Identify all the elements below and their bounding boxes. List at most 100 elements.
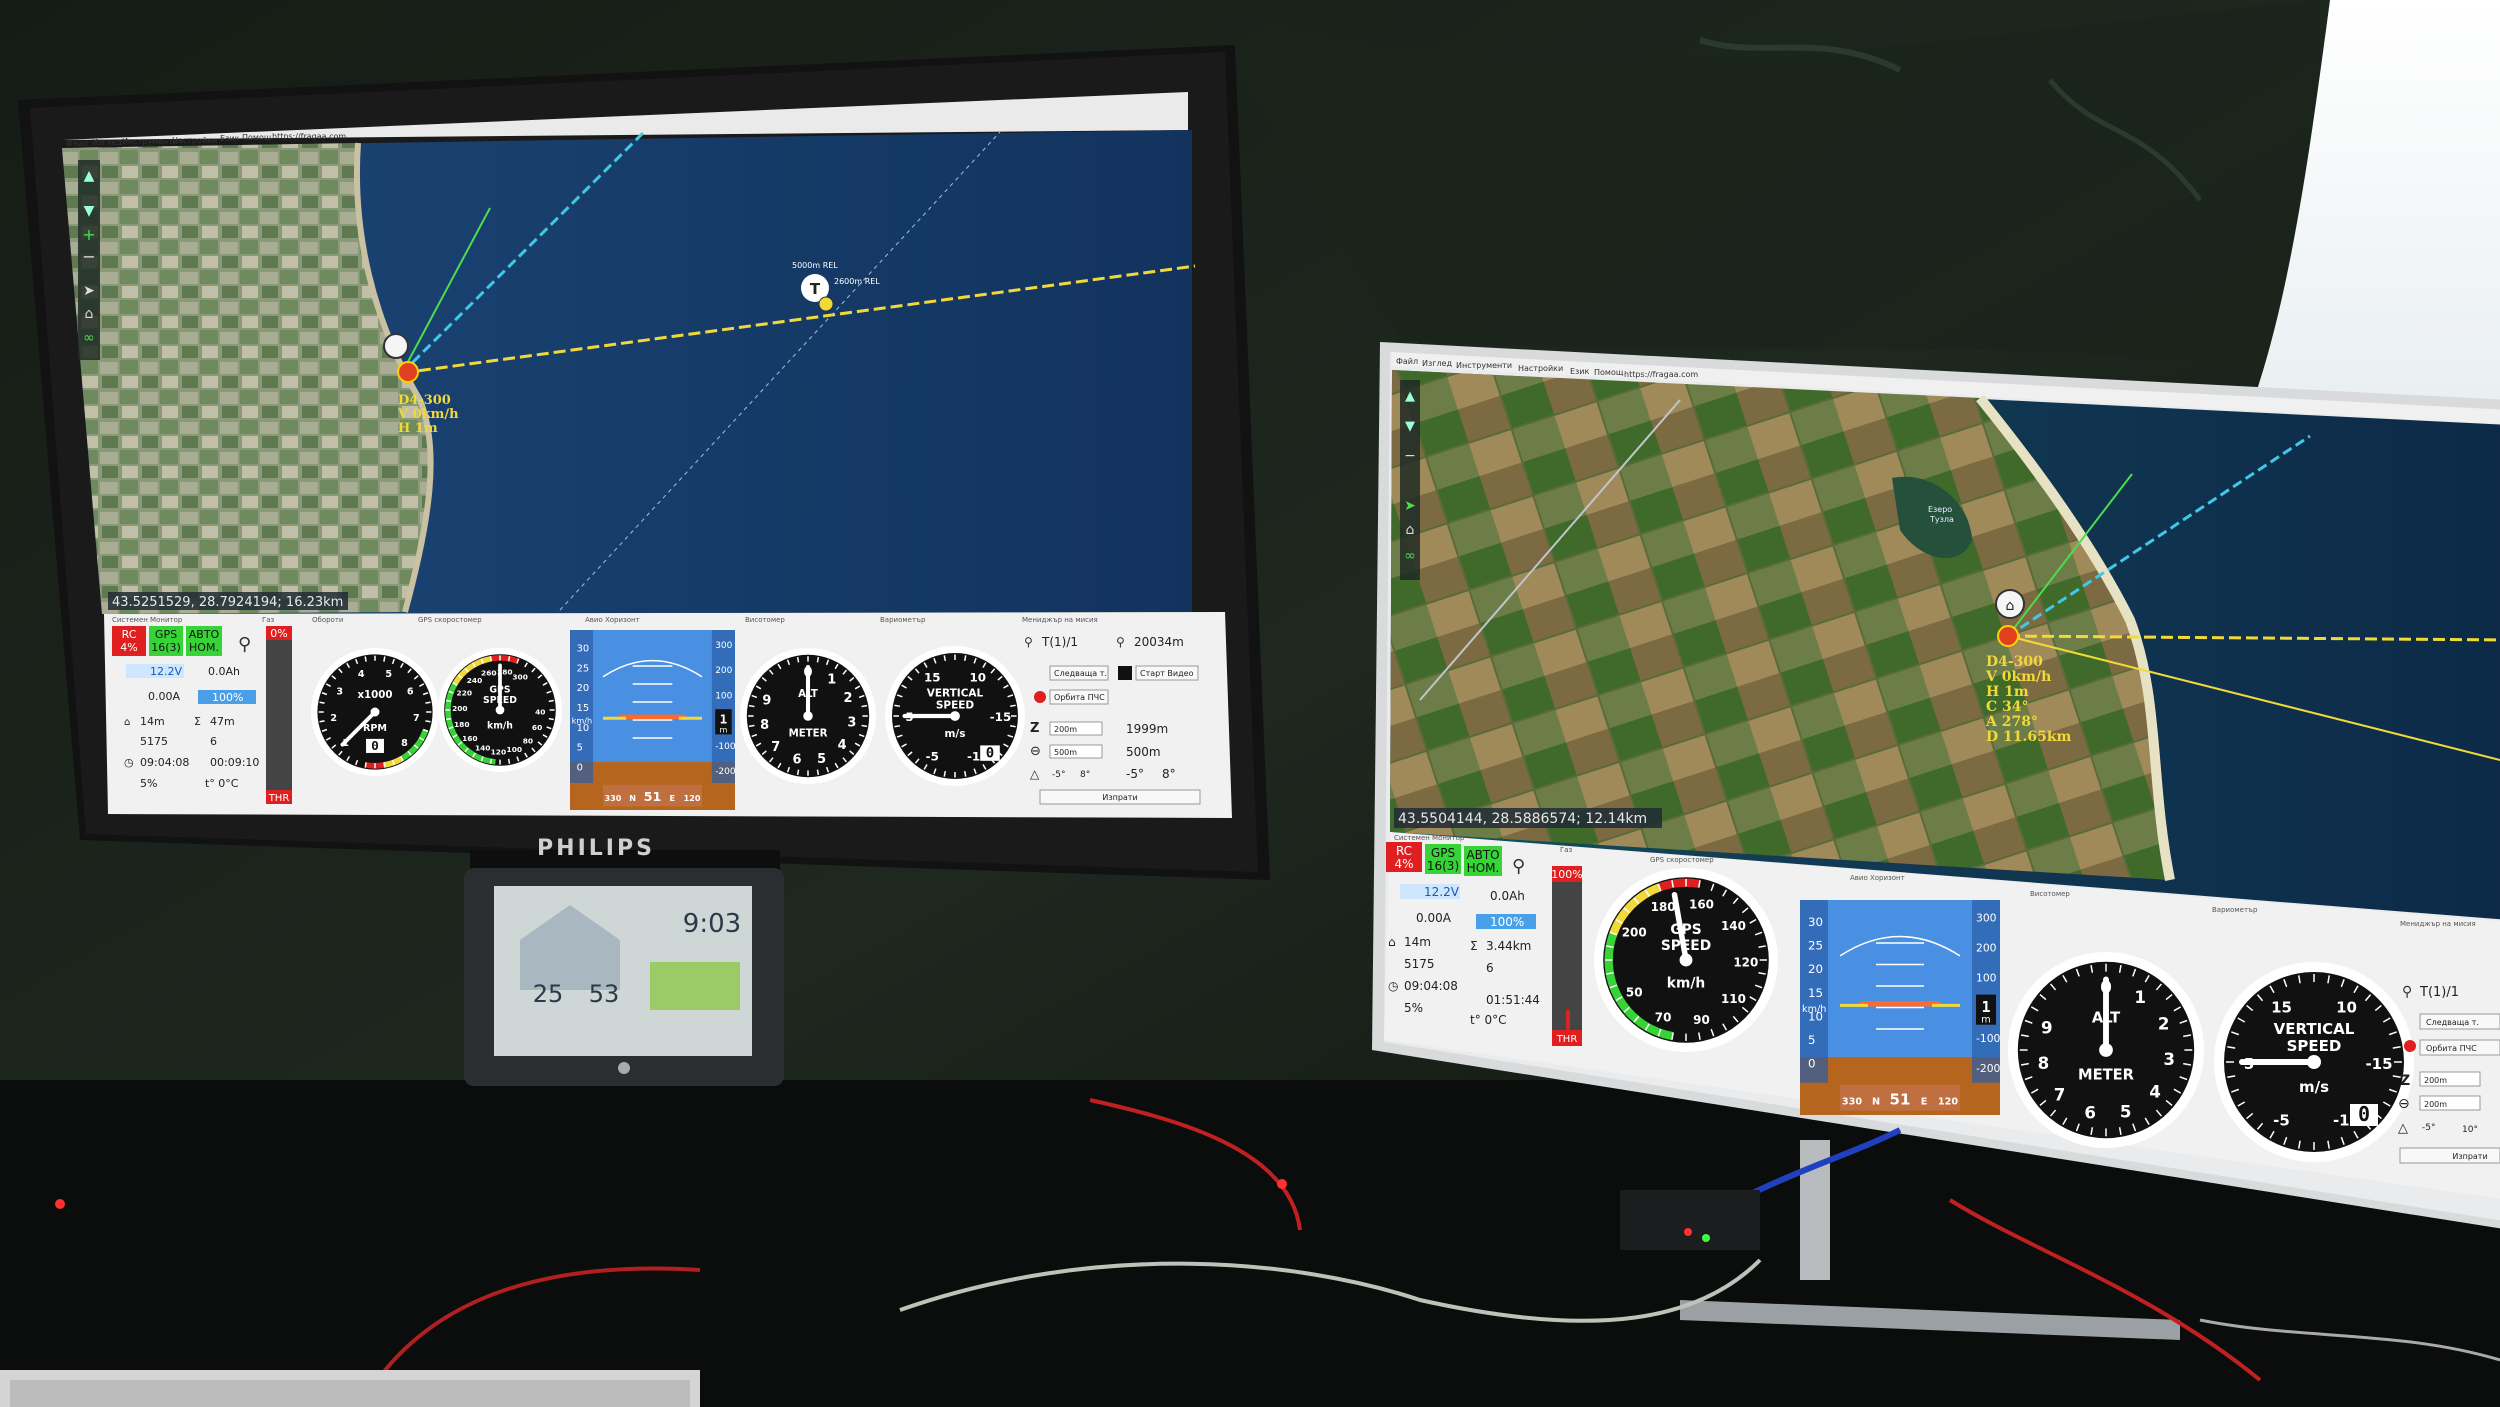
left-map[interactable]: T 5000m REL 2600m REL D4-300 V 0km/h H 1… (62, 129, 1196, 614)
speed-tick-label: 0 (1808, 1057, 1816, 1071)
alt-tick-label: 300 (715, 641, 732, 651)
speed-unit: km/h (1802, 1004, 1826, 1015)
angle-1[interactable]: -5° (1052, 770, 1065, 780)
gauge-tick (796, 769, 800, 776)
altitude-tape (1972, 900, 2000, 1083)
horizon-sky (570, 630, 735, 762)
follow-button-label: Следваща т. (2426, 1018, 2479, 1027)
pan-down-icon[interactable]: ▼ (1405, 419, 1415, 434)
monitor-brand: PHILIPS (537, 836, 655, 861)
gauge-tick (548, 699, 554, 703)
menu-item-view[interactable]: Изглед (1422, 359, 1452, 368)
gauge-tick (861, 724, 868, 728)
menu-item-view[interactable]: Изглед (92, 138, 122, 147)
menu-item-website[interactable]: https://fragaa.com (272, 132, 346, 141)
svg-text:⌂: ⌂ (2006, 598, 2015, 614)
map-toolbar: ▲ ▼ − ➤ ⌂ ∞ (1400, 380, 1420, 580)
gauge-tick-label: 80 (523, 736, 533, 745)
gauge-tick-label: 60 (532, 723, 542, 732)
gauge-tick-label: 7 (413, 713, 420, 724)
menu-item-website[interactable]: https://fragaa.com (1624, 370, 1698, 379)
angle-2[interactable]: 10° (2462, 1125, 2478, 1135)
home-distance-icon: ⌂ (1388, 935, 1396, 949)
gauge-hub (370, 707, 380, 717)
gauge-tick-label: 200 (452, 704, 468, 713)
home-icon[interactable] (383, 333, 409, 359)
clock-time: 09:04:08 (1404, 979, 1458, 993)
zoom-out-icon[interactable]: − (1404, 448, 1416, 464)
menu-item-tools[interactable]: Инструменти (122, 137, 178, 146)
gauge-tick-label: -5 (926, 749, 939, 763)
panel-title-horizon: Авио Хоризонт (585, 616, 640, 624)
cursor-icon[interactable]: ➤ (83, 283, 95, 299)
alt-tick-label: 100 (1976, 972, 1997, 985)
gauge-tick (364, 656, 367, 662)
heading-label: 51 (1890, 1090, 1911, 1108)
gauge-tick-label: 90 (1693, 1013, 1710, 1027)
menu-item-help[interactable]: Помощ (1594, 368, 1624, 377)
rc-value: 4% (120, 641, 137, 654)
route-icon[interactable]: ⚲ (1512, 856, 1525, 877)
gauge-tick-label: -15 (2365, 1055, 2392, 1073)
vertical-speed-gauge: 10155-5-10-15VERTICALSPEEDm/s0 (2214, 962, 2414, 1162)
menu-item-help[interactable]: Помощ (242, 133, 272, 142)
right-map[interactable]: Езеро Тузла ⌂ D4-300 V 0km/h H 1m C 34° … (1390, 370, 2500, 920)
menu-item-settings[interactable]: Настройки (172, 136, 217, 145)
gauge-hub (1679, 953, 1693, 967)
angle-1[interactable]: -5° (2422, 1123, 2435, 1133)
alt-tick-label: -100 (1976, 1032, 2001, 1045)
alt-tick-label: 100 (715, 691, 732, 701)
gauge-tick (894, 704, 900, 708)
throttle-pct: 0% (270, 627, 287, 640)
menu-item-language[interactable]: Език (220, 134, 240, 143)
gauge-hub (803, 711, 813, 721)
orbit-button-label: Орбита ПЧС (2426, 1044, 2477, 1053)
zoom-in-icon[interactable]: + (82, 225, 95, 244)
angle-4: 8° (1162, 767, 1176, 781)
radius-icon: ⊖ (2398, 1096, 2410, 1112)
menu-item-file[interactable]: Файл (66, 139, 88, 148)
gauge-tick-label: 140 (475, 744, 491, 753)
sum-icon: Σ (1470, 939, 1478, 953)
gauge-hub (2307, 1055, 2321, 1069)
gauge-tick-label: 1 (2134, 988, 2146, 1007)
home-tool-icon[interactable]: ⌂ (85, 306, 94, 322)
route-icon[interactable]: ⚲ (238, 634, 251, 655)
gauge-title: GPS (1670, 922, 1701, 938)
throttle-bar (266, 626, 292, 804)
panel-title-vario: Вариометър (2212, 906, 2258, 914)
pan-up-icon[interactable]: ▲ (1405, 389, 1415, 404)
gauge-tick-label: 2 (330, 713, 337, 724)
gauge-tick-label: 160 (462, 734, 478, 743)
gauge-tick-label: 140 (1721, 919, 1746, 933)
gauge-tick (383, 656, 386, 662)
menu-item-settings[interactable]: Настройки (1518, 364, 1563, 373)
z-label: Z (2400, 1073, 2410, 1089)
gauge-scale: x1000 (357, 689, 392, 701)
home-tool-icon[interactable]: ⌂ (1406, 522, 1415, 538)
drone-distance: D 11.65km (1986, 729, 2072, 745)
drone-marker-icon[interactable] (397, 361, 419, 383)
link-icon[interactable]: ∞ (83, 330, 95, 346)
link-icon[interactable]: ∞ (1404, 548, 1416, 564)
angle-2[interactable]: 8° (1080, 770, 1090, 780)
menu-item-language[interactable]: Език (1570, 367, 1590, 376)
rc-label: RC (1396, 844, 1412, 858)
drone-id: D4-300 (398, 393, 451, 408)
drone-id: D4-300 (1986, 654, 2043, 670)
gauge-tick (943, 655, 947, 661)
drone-marker-icon[interactable] (1997, 625, 2019, 647)
zoom-out-icon[interactable]: − (82, 247, 95, 266)
gauge-tick (425, 701, 431, 704)
menu-item-file[interactable]: Файл (1396, 357, 1418, 366)
cursor-icon[interactable]: ➤ (1404, 498, 1416, 514)
speed-tick-label: 20 (577, 683, 590, 694)
gauge-tick-label: 15 (924, 670, 941, 684)
panel-title-monitor: Системен Монитор (1394, 834, 1465, 842)
pan-up-icon[interactable]: ▲ (84, 168, 95, 184)
gauge-tick (748, 724, 755, 728)
speed-unit: km/h (572, 716, 592, 726)
gauge-tick (383, 762, 386, 768)
pan-down-icon[interactable]: ▼ (84, 203, 95, 219)
menu-item-tools[interactable]: Инструменти (1456, 361, 1512, 370)
